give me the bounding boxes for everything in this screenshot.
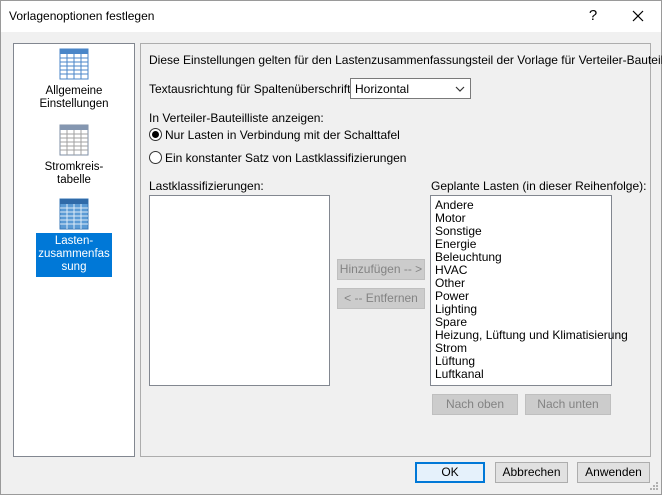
general-settings-icon bbox=[59, 48, 89, 80]
load-classifications-list[interactable] bbox=[149, 195, 330, 386]
list-item[interactable]: Luftkanal bbox=[435, 368, 484, 381]
resize-grip-icon[interactable] bbox=[647, 481, 659, 493]
direction-label: Textausrichtung für Spaltenüberschrift: bbox=[149, 82, 354, 96]
circuit-table-icon bbox=[59, 124, 89, 156]
nav-item-label: Allgemeine Einstellungen bbox=[39, 85, 109, 110]
cancel-button[interactable]: Abbrechen bbox=[495, 462, 568, 483]
nav-item-label: Stromkreis- tabelle bbox=[44, 161, 104, 186]
load-classifications-label: Lastklassifizierungen: bbox=[149, 179, 264, 193]
chevron-down-icon bbox=[455, 86, 465, 92]
ok-button[interactable]: OK bbox=[415, 462, 485, 483]
move-down-button[interactable]: Nach unten bbox=[525, 394, 611, 415]
radio-constant-set-label[interactable]: Ein konstanter Satz von Lastklassifizier… bbox=[165, 151, 406, 165]
help-button[interactable]: ? bbox=[581, 5, 605, 27]
radio-panel-loads[interactable] bbox=[149, 128, 162, 141]
show-in-list-label: In Verteiler-Bauteilliste anzeigen: bbox=[149, 111, 324, 125]
title-bar: Vorlagenoptionen festlegen ? bbox=[1, 1, 661, 32]
close-icon bbox=[632, 10, 644, 22]
move-up-button[interactable]: Nach oben bbox=[432, 394, 518, 415]
heading-direction-select[interactable]: Horizontal bbox=[350, 78, 471, 99]
panel-description: Diese Einstellungen gelten für den Laste… bbox=[149, 53, 662, 67]
close-button[interactable] bbox=[623, 5, 653, 27]
nav-item-general[interactable]: Allgemeine Einstellungen bbox=[16, 48, 132, 114]
load-summary-icon bbox=[59, 198, 89, 230]
apply-button[interactable]: Anwenden bbox=[577, 462, 650, 483]
dialog-window: Vorlagenoptionen festlegen ? Allgemeine bbox=[0, 0, 662, 495]
window-title: Vorlagenoptionen festlegen bbox=[9, 9, 155, 23]
heading-direction-value: Horizontal bbox=[355, 82, 410, 96]
planned-loads-list[interactable]: Andere Motor Sonstige Energie Beleuchtun… bbox=[430, 195, 628, 386]
nav-item-label: Lasten- zusammenfas sung bbox=[36, 233, 112, 277]
remove-button[interactable]: < -- Entfernen bbox=[337, 288, 425, 309]
radio-constant-set[interactable] bbox=[149, 151, 162, 164]
radio-panel-loads-label[interactable]: Nur Lasten in Verbindung mit der Schaltt… bbox=[165, 128, 400, 142]
nav-item-circuit-table[interactable]: Stromkreis- tabelle bbox=[16, 124, 132, 190]
nav-item-load-summary[interactable]: Lasten- zusammenfas sung bbox=[16, 198, 132, 277]
planned-loads-label: Geplante Lasten (in dieser Reihenfolge): bbox=[431, 179, 647, 193]
add-button[interactable]: Hinzufügen -- > bbox=[337, 259, 425, 280]
settings-nav: Allgemeine Einstellungen Stromkreis- tab… bbox=[13, 43, 135, 457]
